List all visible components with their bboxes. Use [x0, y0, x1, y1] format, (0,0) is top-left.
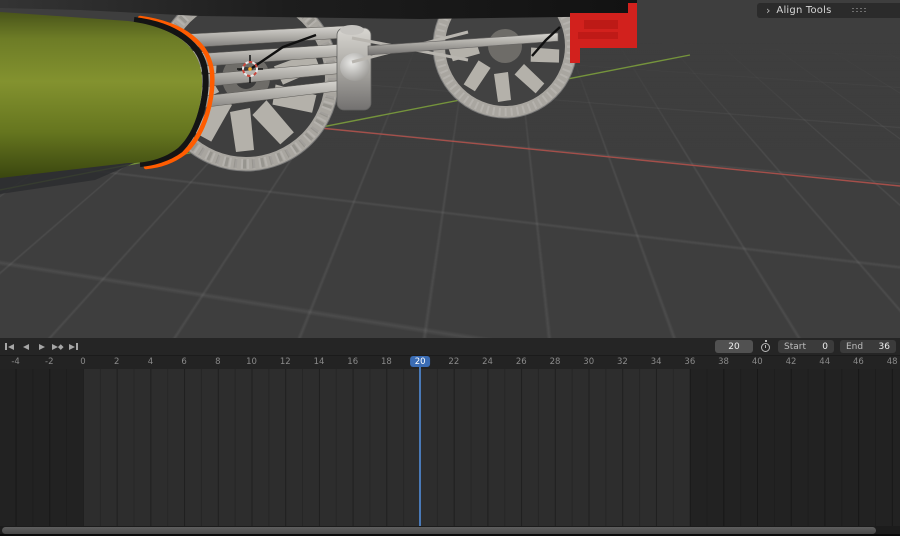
ruler-tick-label: 4	[147, 357, 154, 367]
footplate-slab[interactable]	[0, 0, 637, 19]
ruler-tick-label: 0	[80, 357, 86, 367]
ruler-tick-label: 42	[785, 357, 797, 367]
ruler-tick-label: 8	[215, 357, 221, 367]
ruler-tick-label: 2	[113, 357, 120, 367]
timeline-tracks-area[interactable]	[0, 369, 900, 526]
drag-grip-icon[interactable]	[852, 7, 868, 14]
ruler-tick-label: 18	[381, 357, 392, 367]
timeline-header: 20 Start 0 End 36	[0, 338, 900, 356]
playback-controls	[3, 340, 80, 353]
ruler-tick-label: 24	[482, 357, 493, 367]
start-frame-field[interactable]: Start 0	[778, 340, 834, 353]
frame-range-controls: 20 Start 0 End 36	[715, 340, 896, 353]
triangle-right-icon	[38, 343, 45, 350]
ruler-tick-label: 36	[684, 357, 696, 367]
align-tools-title: Align Tools	[776, 5, 832, 16]
end-frame-field[interactable]: End 36	[840, 340, 896, 353]
3d-viewport[interactable]: › Align Tools	[0, 0, 900, 338]
ruler-tick-label: -4	[11, 357, 20, 367]
ruler-tick-label: 26	[515, 357, 527, 367]
chevron-right-icon: ›	[766, 4, 771, 17]
ruler-tick-label: 28	[549, 357, 561, 367]
current-frame-pill[interactable]: 20	[410, 356, 431, 367]
ruler-tick-label: 6	[181, 357, 187, 367]
timeline-scrollbar-track[interactable]	[0, 526, 900, 534]
blender-window: › Align Tools 20 Start 0 End 36 -4 -2 0 …	[0, 0, 900, 536]
ruler-tick-label: 30	[583, 357, 595, 367]
align-tools-panel-header[interactable]: › Align Tools	[757, 3, 900, 18]
triangle-left-icon	[7, 343, 14, 350]
start-label: Start	[784, 341, 806, 352]
ruler-tick-label: -2	[45, 357, 54, 367]
jump-to-start-button[interactable]	[3, 340, 16, 353]
timeline-scrollbar-thumb[interactable]	[2, 526, 876, 534]
ruler-tick-label: 22	[448, 357, 460, 367]
playhead[interactable]	[419, 367, 421, 526]
bar-icon	[5, 343, 7, 350]
x-axis-line	[319, 127, 900, 187]
triangle-left-icon	[22, 343, 29, 350]
timeline-editor: 20 Start 0 End 36 -4 -2 0 2 4 6 8 10 12 14 16 18 20 2…	[0, 338, 900, 536]
timeline-ruler[interactable]: -4 -2 0 2 4 6 8 10 12 14 16 18 20 22 24 26 28 30 32 34 36 38 4…	[0, 356, 900, 369]
current-frame-value: 20	[728, 341, 740, 352]
end-value: 36	[878, 341, 890, 352]
ruler-tick-label: 34	[650, 357, 662, 367]
ruler-tick-label: 10	[246, 357, 257, 367]
start-value: 0	[822, 341, 828, 352]
ruler-tick-label: 38	[718, 357, 729, 367]
auto-keyframe-stopwatch-button[interactable]	[759, 340, 772, 353]
current-frame-field[interactable]: 20	[715, 340, 753, 353]
play-forward-button[interactable]	[35, 340, 48, 353]
ruler-tick-label: 40	[751, 357, 763, 367]
ruler-tick-label: 46	[852, 357, 864, 367]
ruler-tick-label: 16	[347, 357, 359, 367]
end-label: End	[846, 341, 864, 352]
green-boiler-cylinder[interactable]	[0, 12, 215, 178]
ruler-tick-label: 44	[819, 357, 831, 367]
jump-to-end-button[interactable]	[67, 340, 80, 353]
ruler-tick-label: 12	[279, 357, 291, 367]
ruler-tick-label: 32	[617, 357, 628, 367]
stopwatch-icon	[760, 340, 770, 352]
triangle-right-icon	[69, 343, 76, 350]
play-reverse-button[interactable]	[19, 340, 32, 353]
frame-gridlines	[0, 369, 900, 526]
ruler-tick-label: 14	[313, 357, 325, 367]
ruler-tick-label: 48	[886, 357, 898, 367]
keyframe-diamond-icon	[58, 344, 64, 349]
scene-canvas	[0, 0, 900, 194]
bar-icon	[76, 343, 78, 350]
next-keyframe-button[interactable]	[51, 340, 64, 353]
